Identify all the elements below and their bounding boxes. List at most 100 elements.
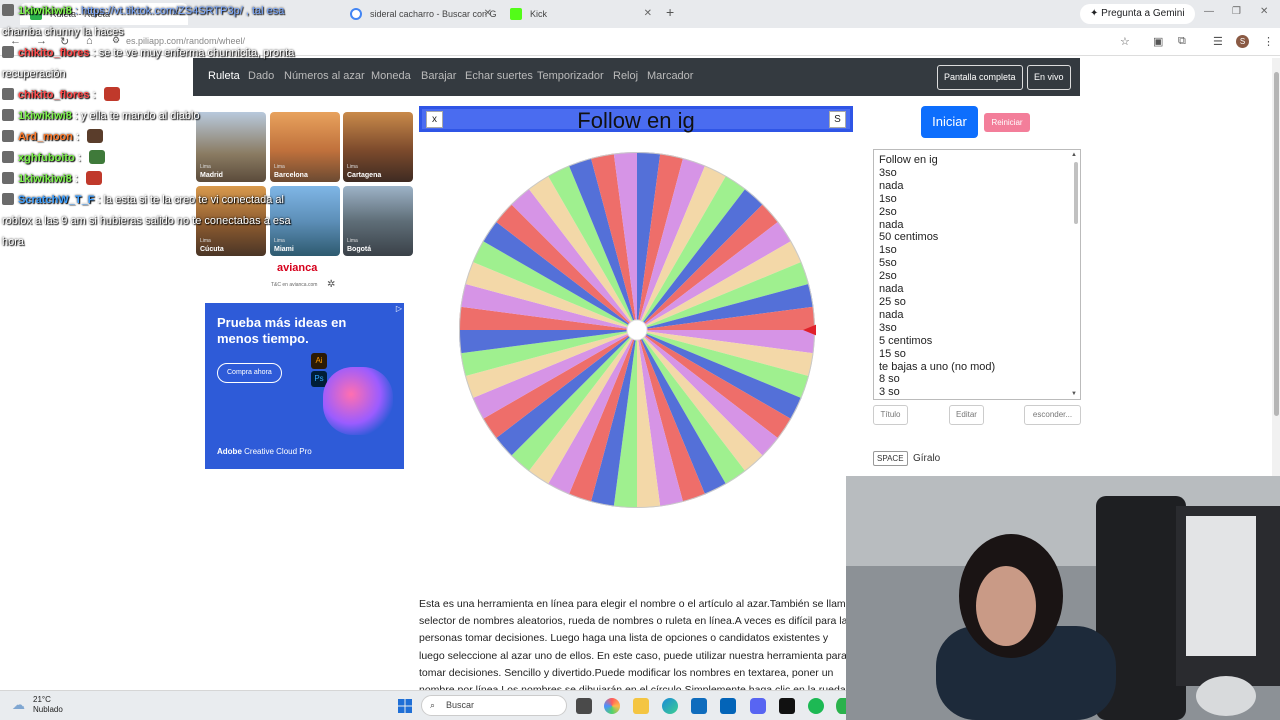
city-card-bogota[interactable]: Lima Bogotá	[343, 186, 413, 256]
nav-reloj[interactable]: Reloj	[613, 70, 638, 82]
copilot-icon[interactable]	[604, 698, 620, 714]
store-icon[interactable]	[691, 698, 707, 714]
close-tab-icon[interactable]: ✕	[644, 3, 652, 25]
chat-message: xghfuboito :	[2, 149, 105, 168]
windows-start-icon[interactable]	[398, 699, 412, 713]
chat-message: 1kiwikiwi8 : y ella te mando al diablo	[2, 107, 200, 126]
discord-icon[interactable]	[750, 698, 766, 714]
illustrator-icon: Ai	[311, 353, 327, 369]
adchoices-icon[interactable]: ✲	[327, 279, 335, 290]
live-button[interactable]: En vivo	[1027, 65, 1071, 90]
wheel-title: Follow en ig	[577, 108, 695, 133]
option-line: 5so	[879, 257, 897, 270]
chat-username: 1kiwikiwi8	[18, 173, 72, 185]
scroll-up-icon[interactable]: ▲	[1071, 152, 1077, 158]
nav-temporizador[interactable]: Temporizador	[537, 70, 604, 82]
city-card-barcelona[interactable]: Lima Barcelona	[270, 112, 340, 182]
close-tab-icon[interactable]: ✕	[484, 3, 492, 25]
taskbar-search[interactable]: ⌕ Buscar	[421, 695, 567, 716]
chat-message: Ard_moon :	[2, 128, 104, 147]
adobe-ad[interactable]: Prueba más ideas en menos tiempo. Compra…	[205, 303, 404, 469]
tab-kick[interactable]: Kick ✕	[500, 3, 660, 25]
chat-message: recuperación	[2, 65, 66, 84]
taskview-icon[interactable]	[576, 698, 592, 714]
scroll-down-icon[interactable]: ▼	[1071, 391, 1077, 397]
chat-badge-icon	[2, 172, 14, 184]
chat-message: 1kiwikiwi8 :	[2, 170, 102, 189]
nav-marcador[interactable]: Marcador	[647, 70, 693, 82]
bookmark-star-icon[interactable]: ☆	[1120, 35, 1130, 48]
edge-icon[interactable]	[662, 698, 678, 714]
description-line: tomar decisiones. Sencillo y divertido.P…	[419, 666, 834, 679]
spotify-icon[interactable]	[808, 698, 824, 714]
nav-barajar[interactable]: Barajar	[421, 70, 456, 82]
options-textarea[interactable]: ▲ ▼ Follow en ig 3so nada 1so 2so nada 50 cent…	[873, 149, 1081, 400]
option-line: 5 centimos	[879, 334, 933, 347]
space-key-hint: SPACE	[873, 451, 908, 466]
spin-wheel[interactable]	[458, 150, 816, 510]
chat-badge-icon	[2, 193, 14, 205]
close-window-icon[interactable]: ✕	[1260, 6, 1268, 17]
media-icon[interactable]: ☰	[1213, 35, 1223, 48]
option-line: 15 so	[879, 347, 906, 360]
nav-moneda[interactable]: Moneda	[371, 70, 411, 82]
chrome-icon[interactable]	[836, 698, 846, 714]
nav-numeros[interactable]: Números al azar	[284, 70, 365, 82]
textarea-scroll-thumb[interactable]	[1074, 162, 1078, 224]
avianca-logo: avianca	[277, 262, 318, 274]
obs-icon[interactable]	[779, 698, 795, 714]
chat-message: 1kiwikiwi8 : https://vt.tiktok.com/ZS4SR…	[2, 2, 284, 21]
title-button[interactable]: Título	[873, 405, 908, 425]
nav-echar-suertes[interactable]: Echar suertes	[465, 70, 533, 82]
kick-icon	[510, 8, 522, 20]
chat-text: :	[89, 89, 96, 101]
outlook-icon[interactable]	[720, 698, 736, 714]
ad-info-icon[interactable]: ▷	[396, 304, 402, 313]
weather-widget[interactable]: 21°C Nublado	[33, 695, 63, 715]
chat-text: : https://vt.tiktok.com/ZS4SRTP3p/ , tal…	[71, 5, 285, 17]
option-line: te bajas a uno (no mod)	[879, 360, 996, 373]
option-line: nada	[879, 283, 904, 296]
extensions-icon[interactable]: ⧉	[1178, 35, 1186, 48]
option-line: 3so	[879, 321, 897, 334]
option-line: nada	[879, 308, 904, 321]
maximize-icon[interactable]: ❐	[1232, 6, 1241, 17]
chat-emote-icon	[85, 171, 102, 185]
hide-button[interactable]: esconder...	[1024, 405, 1081, 425]
file-explorer-icon[interactable]	[633, 698, 649, 714]
option-line: 3so	[879, 166, 897, 179]
reset-button[interactable]: Reiniciar	[984, 113, 1030, 132]
option-line: 1so	[879, 192, 897, 205]
chat-username: 1kiwikiwi8	[18, 110, 72, 122]
screenshot-icon[interactable]: ▣	[1153, 35, 1163, 48]
city-card-cartagena[interactable]: Lima Cartagena	[343, 112, 413, 182]
space-key-label: Gíralo	[913, 453, 941, 464]
fullscreen-button[interactable]: Pantalla completa	[937, 65, 1023, 90]
tab-google-search[interactable]: sideral cacharro - Buscar con G ✕	[340, 3, 500, 25]
description-line: personas tomar decisiones. Luego haga un…	[419, 632, 829, 645]
profile-avatar[interactable]: S	[1236, 35, 1249, 48]
description-line: Esta es una herramienta en línea para el…	[419, 598, 847, 610]
gemini-button[interactable]: ✦ Pregunta a Gemini	[1080, 4, 1195, 24]
adobe-cta-button[interactable]: Compra ahora	[217, 363, 282, 383]
option-line: 8 so	[879, 373, 900, 386]
nav-ruleta[interactable]: Ruleta	[208, 70, 240, 82]
webcam-feed-image	[846, 476, 1280, 720]
nav-dado[interactable]: Dado	[248, 70, 274, 82]
site-navbar: Ruleta Dado Números al azar Moneda Baraj…	[193, 58, 1080, 96]
page-scrollbar[interactable]	[1272, 58, 1280, 476]
menu-icon[interactable]: ⋮	[1263, 35, 1274, 48]
city-card-madrid[interactable]: Lima Madrid	[196, 112, 266, 182]
description-line: selector de nombres aleatorios, rueda de…	[419, 615, 847, 628]
chat-message: chikito_flores : se te ve muy enferma ch…	[2, 44, 294, 63]
edit-button[interactable]: Editar	[949, 405, 984, 425]
option-line: Follow en ig	[879, 154, 938, 166]
new-tab-button[interactable]: +	[666, 4, 674, 20]
description-text: Esta es una herramienta en línea para el…	[419, 596, 847, 692]
chat-text: chamba chunny la haces	[2, 26, 124, 38]
minimize-icon[interactable]: —	[1204, 6, 1214, 17]
weather-cloud-icon[interactable]: ☁	[12, 697, 25, 713]
start-button[interactable]: Iniciar	[921, 106, 978, 138]
adobe-headline: Prueba más ideas en menos tiempo.	[217, 315, 347, 346]
chat-text: roblox a las 9 am si hubieras salido no …	[2, 215, 291, 227]
